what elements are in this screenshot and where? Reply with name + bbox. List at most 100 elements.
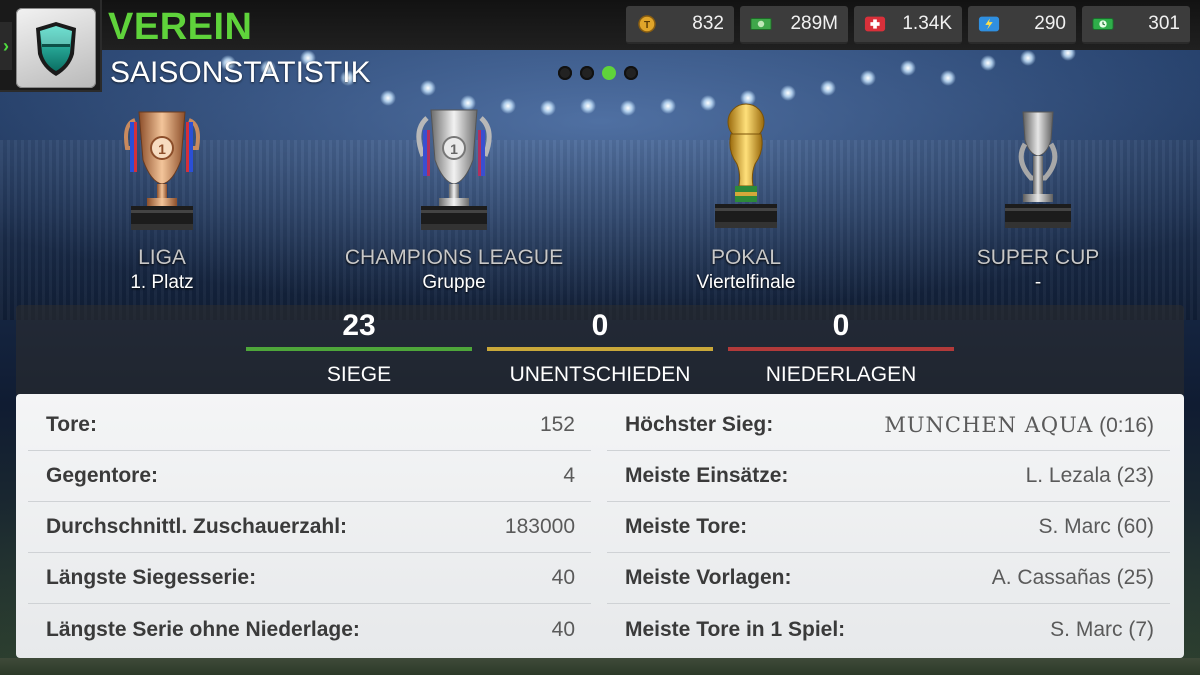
wins-label: SIEGE bbox=[326, 363, 392, 386]
trophy-result: 1. Platz bbox=[130, 272, 194, 293]
page-dot[interactable] bbox=[580, 66, 594, 80]
trophy-result: - bbox=[1034, 272, 1042, 293]
stat-row-most-assists: Meiste Vorlagen: A. Cassañas (25) bbox=[607, 553, 1170, 604]
svg-text:1: 1 bbox=[158, 141, 166, 157]
stat-row-most-goals-one-match: Meiste Tore in 1 Spiel: S. Marc (7) bbox=[607, 604, 1170, 655]
medical-icon bbox=[864, 15, 886, 33]
stat-label: Längste Siegesserie: bbox=[46, 566, 257, 589]
stat-value: MUNCHEN AQUA (0:16) bbox=[884, 413, 1154, 438]
trophy-result: Viertelfinale bbox=[696, 272, 796, 293]
champions-league-trophy-icon: 1 bbox=[416, 109, 492, 230]
page-title: VEREIN bbox=[108, 6, 253, 48]
stat-row-biggest-win: Höchster Sieg: MUNCHEN AQUA (0:16) bbox=[607, 400, 1170, 451]
stat-label: Meiste Tore: bbox=[625, 515, 748, 538]
stadium-light bbox=[980, 55, 996, 71]
wins-count: 23 bbox=[342, 309, 376, 342]
stat-row-goals-against: Gegentore: 4 bbox=[28, 451, 591, 502]
stat-value: S. Marc (7) bbox=[1050, 617, 1154, 641]
page-indicator bbox=[558, 66, 638, 80]
stat-value: 4 bbox=[563, 464, 575, 487]
opponent-name: MUNCHEN AQUA bbox=[884, 412, 1094, 437]
trophy-name: SUPER CUP bbox=[976, 246, 1100, 269]
stat-label: Höchster Sieg: bbox=[625, 413, 774, 436]
stat-label: Meiste Einsätze: bbox=[625, 464, 789, 487]
shield-icon bbox=[36, 22, 76, 76]
stadium-light bbox=[860, 70, 876, 86]
stat-label: Längste Serie ohne Niederlage: bbox=[46, 617, 360, 641]
stadium-light bbox=[820, 80, 836, 96]
stat-label: Meiste Vorlagen: bbox=[625, 566, 792, 589]
trophy-name: LIGA bbox=[138, 246, 186, 269]
token-coin-icon: T bbox=[636, 15, 658, 33]
page-dot-active[interactable] bbox=[602, 66, 616, 80]
record-draws: 0 UNENTSCHIEDEN bbox=[487, 305, 713, 387]
stat-value: S. Marc (60) bbox=[1038, 515, 1154, 538]
record-wins: 23 SIEGE bbox=[246, 305, 472, 387]
club-logo-frame: › bbox=[0, 0, 102, 92]
resource-value: 1.34K bbox=[902, 13, 952, 34]
stat-value: 183000 bbox=[504, 515, 575, 538]
svg-text:1: 1 bbox=[450, 141, 458, 157]
trophy-result: Gruppe bbox=[422, 272, 486, 293]
trophy-row: 1 LIGA 1. Platz 1 CHAMPIONS LEAGUE Grupp… bbox=[0, 100, 1200, 300]
draws-count: 0 bbox=[591, 309, 609, 342]
losses-label: NIEDERLAGEN bbox=[765, 363, 917, 386]
stat-row-top-scorer: Meiste Tore: S. Marc (60) bbox=[607, 502, 1170, 553]
stat-row-win-streak: Längste Siegesserie: 40 bbox=[28, 553, 591, 604]
stadium-light bbox=[1020, 50, 1036, 66]
stat-value: 40 bbox=[551, 617, 575, 641]
stat-label: Tore: bbox=[46, 413, 97, 436]
season-stats-panel: Tore: 152 Gegentore: 4 Durchschnittl. Zu… bbox=[16, 394, 1184, 658]
side-menu-tab[interactable]: › bbox=[0, 22, 12, 70]
stat-label: Durchschnittl. Zuschauerzahl: bbox=[46, 515, 348, 538]
resource-value: 289M bbox=[790, 13, 838, 34]
stats-column-left: Tore: 152 Gegentore: 4 Durchschnittl. Zu… bbox=[28, 400, 591, 655]
trophy-pokal[interactable]: POKAL Viertelfinale bbox=[596, 100, 896, 294]
time-money-icon bbox=[1092, 15, 1114, 33]
losses-bar bbox=[728, 347, 954, 351]
cup-trophy-icon bbox=[715, 103, 777, 228]
trophy-name: CHAMPIONS LEAGUE bbox=[344, 246, 564, 269]
super-cup-trophy-icon bbox=[1005, 111, 1071, 228]
resource-value: 832 bbox=[692, 13, 724, 34]
club-logo[interactable] bbox=[16, 8, 96, 88]
stadium-light bbox=[420, 80, 436, 96]
trophy-liga[interactable]: 1 LIGA 1. Platz bbox=[12, 100, 312, 294]
stat-value: A. Cassañas (25) bbox=[991, 566, 1154, 589]
wins-bar bbox=[246, 347, 472, 351]
svg-text:T: T bbox=[644, 20, 650, 31]
resource-tokens[interactable]: T 832 bbox=[626, 6, 734, 44]
stat-row-unbeaten-streak: Längste Serie ohne Niederlage: 40 bbox=[28, 604, 591, 655]
page-dot[interactable] bbox=[624, 66, 638, 80]
resource-bar: T 832 289M 1.34K 290 301 bbox=[626, 6, 1190, 44]
losses-count: 0 bbox=[832, 309, 850, 342]
page-dot[interactable] bbox=[558, 66, 572, 80]
record-losses: 0 NIEDERLAGEN bbox=[728, 305, 954, 387]
stat-row-most-appearances: Meiste Einsätze: L. Lezala (23) bbox=[607, 451, 1170, 502]
stat-value: 152 bbox=[539, 413, 575, 436]
resource-medical[interactable]: 1.34K bbox=[854, 6, 962, 44]
stat-value: 40 bbox=[551, 566, 575, 589]
draws-bar bbox=[487, 347, 713, 351]
stat-label: Meiste Tore in 1 Spiel: bbox=[625, 617, 846, 641]
trophy-champions-league[interactable]: 1 CHAMPIONS LEAGUE Gruppe bbox=[304, 100, 604, 294]
resource-energy[interactable]: 290 bbox=[968, 6, 1076, 44]
match-score: (0:16) bbox=[1093, 413, 1154, 437]
season-record-panel: 23 SIEGE 0 UNENTSCHIEDEN 0 NIEDERLAGEN bbox=[16, 305, 1184, 397]
league-trophy-icon: 1 bbox=[124, 111, 200, 230]
stat-row-goals: Tore: 152 bbox=[28, 400, 591, 451]
stadium-light bbox=[780, 85, 796, 101]
resource-value: 290 bbox=[1034, 13, 1066, 34]
resource-money[interactable]: 289M bbox=[740, 6, 848, 44]
page-subtitle: SAISONSTATISTIK bbox=[110, 56, 371, 89]
stats-column-right: Höchster Sieg: MUNCHEN AQUA (0:16) Meist… bbox=[607, 400, 1170, 655]
resource-value: 301 bbox=[1148, 13, 1180, 34]
resource-time-money[interactable]: 301 bbox=[1082, 6, 1190, 44]
pitch-strip bbox=[0, 658, 1200, 675]
stat-row-attendance: Durchschnittl. Zuschauerzahl: 183000 bbox=[28, 502, 591, 553]
stadium-light bbox=[900, 60, 916, 76]
energy-icon bbox=[978, 15, 1000, 33]
draws-label: UNENTSCHIEDEN bbox=[509, 363, 691, 386]
trophy-super-cup[interactable]: SUPER CUP - bbox=[888, 100, 1188, 294]
money-icon bbox=[750, 15, 772, 33]
